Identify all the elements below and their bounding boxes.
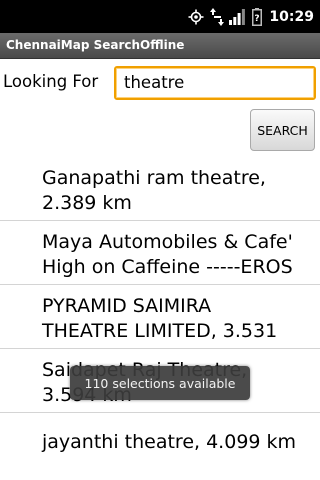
signal-icon	[229, 8, 246, 25]
results-list: Ganapathi ram theatre, 2.389 km Maya Aut…	[0, 157, 320, 477]
battery-icon: ?	[252, 7, 263, 26]
list-item[interactable]: PYRAMID SAIMIRA THEATRE LIMITED, 3.531	[0, 285, 320, 349]
app-title: ChennaiMap SearchOffline	[6, 38, 185, 52]
svg-text:?: ?	[255, 14, 260, 24]
list-item-line2: 2.389 km	[42, 192, 132, 214]
list-item[interactable]: Maya Automobiles & Cafe' High on Caffein…	[0, 221, 320, 285]
list-item-line2: THEATRE LIMITED, 3.531	[42, 320, 278, 342]
search-label: Looking For	[3, 72, 99, 91]
status-icons: ? 10:29	[188, 0, 314, 33]
search-button[interactable]: SEARCH	[250, 109, 315, 151]
list-item-line1: Ganapathi ram theatre,	[42, 167, 266, 189]
list-item[interactable]: Ganapathi ram theatre, 2.389 km	[0, 157, 320, 221]
list-item[interactable]: jayanthi theatre, 4.099 km	[0, 413, 320, 477]
title-bar: ChennaiMap SearchOffline	[0, 33, 320, 59]
status-time: 10:29	[269, 8, 314, 25]
list-item-line1: PYRAMID SAIMIRA	[42, 295, 212, 317]
gps-icon	[188, 9, 204, 25]
list-item-line2: High on Caffeine -----EROS	[42, 256, 293, 278]
status-bar: ? 10:29	[0, 0, 320, 33]
network-3g-icon	[210, 7, 225, 26]
list-item-line1: Maya Automobiles & Cafe'	[42, 231, 293, 253]
toast-message: 110 selections available	[70, 366, 250, 400]
list-item-line1: jayanthi theatre, 4.099 km	[42, 431, 297, 453]
search-input[interactable]: theatre	[114, 66, 316, 100]
